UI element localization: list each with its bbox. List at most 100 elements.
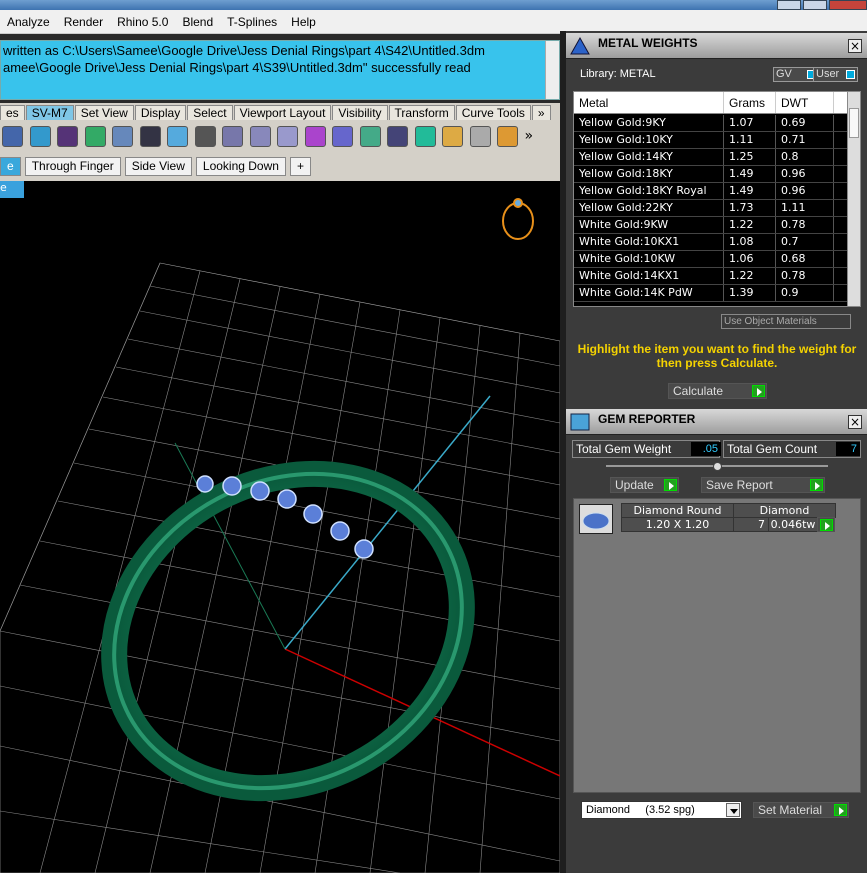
menu-analyze[interactable]: Analyze	[0, 15, 57, 29]
metal-table-scrollbar[interactable]	[847, 92, 860, 306]
more-tools-icon[interactable]: »	[525, 128, 534, 144]
save-icon[interactable]	[387, 125, 408, 147]
tool-icon-3[interactable]	[57, 125, 78, 147]
tab-sv-m7[interactable]: SV-M7	[25, 105, 74, 120]
tool-icon-5[interactable]	[112, 125, 133, 147]
calculate-button[interactable]: Calculate	[668, 383, 767, 399]
tool-icon-13[interactable]	[332, 125, 353, 147]
metal-grams: 1.49	[724, 166, 776, 182]
delete-icon[interactable]	[497, 125, 518, 147]
metal-grams: 1.49	[724, 183, 776, 199]
table-row[interactable]: White Gold:14K PdW 1.39 0.9	[574, 285, 848, 302]
monitor-icon[interactable]	[139, 125, 161, 147]
col-metal[interactable]: Metal	[574, 92, 724, 113]
tab-looking-down[interactable]: Looking Down	[195, 157, 286, 176]
3d-viewport[interactable]: e	[0, 181, 560, 873]
set-material-button[interactable]: Set Material	[753, 802, 849, 818]
viewport-menu-label: e	[0, 181, 7, 194]
save-report-button[interactable]: Save Report	[701, 477, 825, 493]
table-row[interactable]: Yellow Gold:18KY 1.49 0.96	[574, 166, 848, 183]
tool-icon-18[interactable]	[469, 125, 491, 147]
tool-icon-10[interactable]	[249, 125, 271, 147]
metal-name: Yellow Gold:14KY	[574, 149, 724, 165]
tool-icon-1[interactable]	[2, 125, 23, 147]
command-line-2: amee\Google Drive\Jess Denial Rings\part…	[3, 60, 471, 75]
metal-dwt: 0.78	[776, 217, 834, 233]
tab-select[interactable]: Select	[187, 105, 233, 120]
metal-name: Yellow Gold:18KY Royal	[574, 183, 724, 199]
table-row[interactable]: White Gold:14KX1 1.22 0.78	[574, 268, 848, 285]
command-history[interactable]: written as C:\Users\Samee\Google Drive\J…	[0, 40, 560, 100]
metal-grams: 1.73	[724, 200, 776, 216]
minimize-button[interactable]	[777, 0, 801, 10]
viewport-menu-dropdown[interactable]: e	[0, 181, 24, 198]
gear-icon[interactable]	[442, 125, 463, 147]
tool-icon-11[interactable]	[277, 125, 298, 147]
tab-visibility[interactable]: Visibility	[332, 105, 388, 120]
metal-dwt: 0.8	[776, 149, 834, 165]
tab-display[interactable]: Display	[134, 105, 187, 120]
gem-reporter-logo-icon	[569, 412, 591, 432]
metal-dwt: 0.69	[776, 115, 834, 131]
metal-grams: 1.39	[724, 285, 776, 301]
material-select[interactable]: Diamond (3.52 spg)	[581, 801, 742, 819]
tab-transform[interactable]: Transform	[388, 105, 455, 120]
command-scrollbar[interactable]	[545, 41, 559, 99]
gem-slider-handle[interactable]	[713, 462, 722, 471]
close-window-button[interactable]	[829, 0, 867, 10]
tool-icon-4[interactable]	[84, 125, 106, 147]
tab-es[interactable]: es	[0, 105, 25, 120]
gem-row-action-button[interactable]	[817, 517, 835, 532]
menu-tsplines[interactable]: T-Splines	[220, 15, 284, 29]
menu-help[interactable]: Help	[284, 15, 323, 29]
table-row[interactable]: White Gold:10KW 1.06 0.68	[574, 251, 848, 268]
table-row[interactable]: White Gold:10KX1 1.08 0.7	[574, 234, 848, 251]
tab-more[interactable]: »	[531, 105, 551, 120]
user-label: User	[816, 68, 840, 80]
tool-icon-7[interactable]	[167, 125, 188, 147]
tab-through-finger[interactable]: Through Finger	[24, 157, 121, 176]
table-row[interactable]: Yellow Gold:10KY 1.11 0.71	[574, 132, 848, 149]
gv-label: GV	[776, 68, 792, 80]
cube-icon[interactable]	[414, 125, 436, 147]
use-object-materials-button[interactable]: Use Object Materials	[721, 314, 851, 329]
tool-icon-2[interactable]	[29, 125, 51, 147]
tab-set-view[interactable]: Set View	[74, 105, 134, 120]
user-toggle[interactable]: User	[813, 67, 858, 82]
material-select-value: Diamond (3.52 spg)	[586, 804, 695, 816]
menu-blend[interactable]: Blend	[175, 15, 220, 29]
table-row[interactable]: Yellow Gold:9KY 1.07 0.69	[574, 115, 848, 132]
col-grams[interactable]: Grams	[724, 92, 776, 113]
add-viewport-tab[interactable]: +	[289, 157, 311, 176]
play-icon	[752, 385, 765, 397]
maximize-button[interactable]	[803, 0, 827, 10]
tab-curve-tools[interactable]: Curve Tools	[455, 105, 531, 120]
gem-thumbnail[interactable]	[579, 504, 613, 534]
toolbar-icons: »	[0, 120, 560, 152]
menu-render[interactable]: Render	[57, 15, 110, 29]
metal-name: Yellow Gold:10KY	[574, 132, 724, 148]
col-dwt[interactable]: DWT	[776, 92, 834, 113]
close-icon[interactable]: ×	[848, 39, 862, 53]
tool-icon-12[interactable]	[304, 125, 326, 147]
scroll-thumb[interactable]	[849, 108, 859, 138]
tab-perspective[interactable]: e	[0, 157, 21, 176]
metal-name: White Gold:10KX1	[574, 234, 724, 250]
table-row[interactable]: White Gold:9KW 1.22 0.78	[574, 217, 848, 234]
chevron-down-icon[interactable]	[726, 803, 740, 817]
menu-rhino[interactable]: Rhino 5.0	[110, 15, 175, 29]
tool-icon-8[interactable]	[194, 125, 216, 147]
tab-side-view[interactable]: Side View	[124, 157, 192, 176]
metal-weights-hint: Highlight the item you want to find the …	[577, 342, 857, 370]
table-row[interactable]: Yellow Gold:22KY 1.73 1.11	[574, 200, 848, 217]
table-row[interactable]: Yellow Gold:18KY Royal 1.49 0.96	[574, 183, 848, 200]
gem-size: 1.20 X 1.20	[621, 517, 734, 532]
metal-dwt: 0.71	[776, 132, 834, 148]
tool-icon-14[interactable]	[359, 125, 381, 147]
table-row[interactable]: Yellow Gold:14KY 1.25 0.8	[574, 149, 848, 166]
tool-icon-9[interactable]	[222, 125, 243, 147]
tab-viewport-layout[interactable]: Viewport Layout	[233, 105, 332, 120]
close-icon[interactable]: ×	[848, 415, 862, 429]
total-gem-weight-value: .05	[691, 442, 721, 456]
update-button[interactable]: Update	[610, 477, 679, 493]
